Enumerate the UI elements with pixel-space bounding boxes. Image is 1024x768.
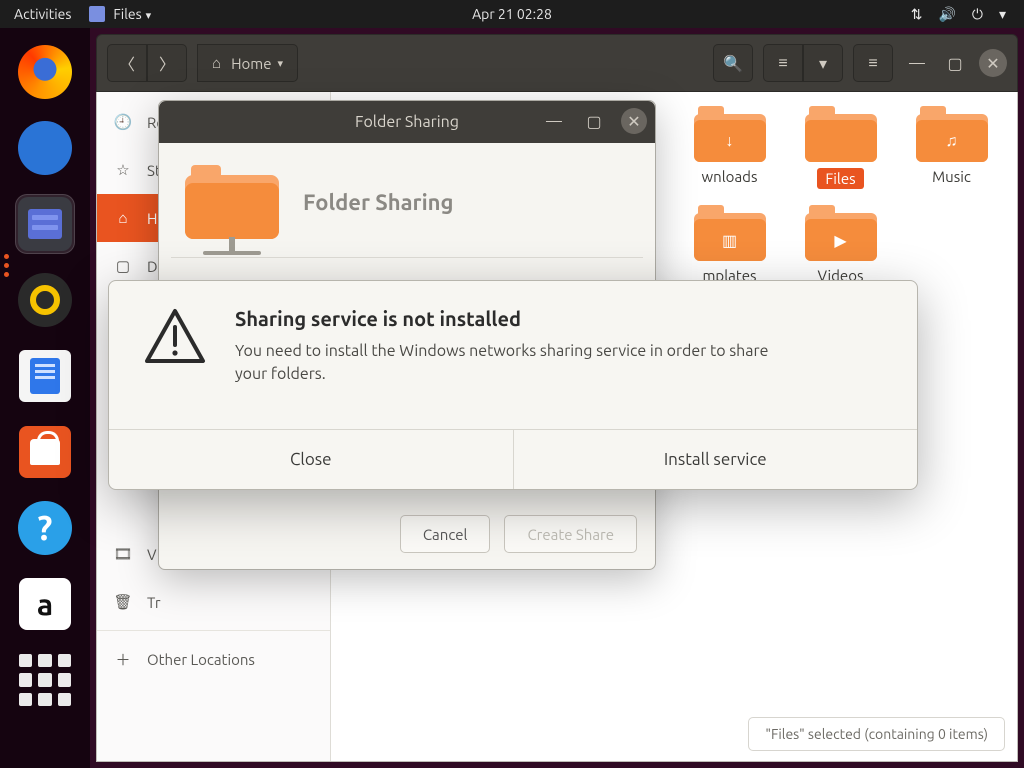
alert-title: Sharing service is not installed <box>235 307 795 330</box>
alert-body: You need to install the Windows networks… <box>235 340 795 386</box>
alert-install-button[interactable]: Install service <box>513 430 918 489</box>
alert-close-button[interactable]: Close <box>109 430 513 489</box>
warning-icon <box>143 307 207 365</box>
sharing-not-installed-alert: Sharing service is not installed You nee… <box>108 280 918 490</box>
